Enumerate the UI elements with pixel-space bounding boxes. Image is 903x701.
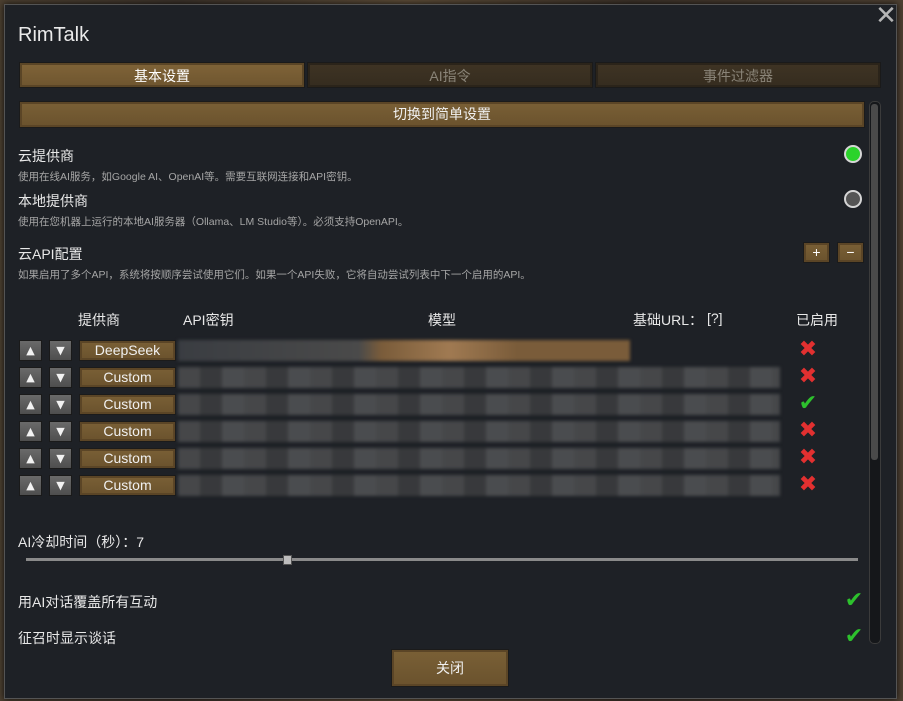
cooldown-slider-track[interactable] — [26, 558, 858, 561]
option-override-label: 用AI对话覆盖所有互动 — [18, 594, 158, 610]
move-down-button[interactable]: ▼ — [49, 475, 72, 496]
cooldown-label-text: AI冷却时间（秒）： — [18, 534, 137, 550]
provider-dropdown[interactable]: Custom — [79, 394, 176, 415]
move-down-button[interactable]: ▼ — [49, 367, 72, 388]
checkmark-icon[interactable]: ✔ — [796, 393, 820, 415]
cross-icon[interactable]: ✖ — [796, 339, 820, 361]
api-key-field-redacted[interactable] — [178, 367, 780, 388]
base-url-help-link[interactable]: [?] — [707, 310, 723, 326]
api-key-field-redacted[interactable] — [178, 394, 780, 415]
close-button[interactable]: 关闭 — [391, 649, 509, 687]
local-provider-radio[interactable] — [844, 190, 862, 208]
cross-icon[interactable]: ✖ — [796, 447, 820, 469]
move-up-button[interactable]: ▲ — [19, 367, 42, 388]
cloud-provider-desc: 使用在线AI服务，如Google AI、OpenAI等。需要互联网连接和API密… — [18, 171, 358, 183]
provider-dropdown[interactable]: Custom — [79, 367, 176, 388]
cross-icon[interactable]: ✖ — [796, 366, 820, 388]
tab-event-filter[interactable]: 事件过滤器 — [595, 62, 881, 88]
move-up-button[interactable]: ▲ — [19, 475, 42, 496]
cloud-provider-title: 云提供商 — [18, 148, 74, 164]
cooldown-value: 7 — [136, 534, 145, 550]
checkmark-icon[interactable]: ✔ — [842, 590, 866, 612]
api-key-field-redacted[interactable] — [178, 475, 780, 496]
api-key-field-redacted[interactable] — [178, 448, 780, 469]
tab-basic-settings[interactable]: 基本设置 — [19, 62, 305, 88]
move-down-button[interactable]: ▼ — [49, 448, 72, 469]
provider-dropdown[interactable]: Custom — [79, 448, 176, 469]
col-header-api-key: API密钥 — [183, 312, 234, 328]
window-title: RimTalk — [18, 24, 90, 46]
move-down-button[interactable]: ▼ — [49, 421, 72, 442]
api-key-field-redacted[interactable] — [178, 421, 780, 442]
scrollbar-thumb[interactable] — [871, 104, 878, 460]
col-header-model: 模型 — [428, 312, 456, 328]
local-provider-title: 本地提供商 — [18, 193, 88, 209]
api-config-desc: 如果启用了多个API，系统将按顺序尝试使用它们。如果一个API失败，它将自动尝试… — [18, 269, 531, 281]
move-down-button[interactable]: ▼ — [49, 394, 72, 415]
cross-icon[interactable]: ✖ — [796, 474, 820, 496]
close-icon[interactable]: ✕ — [874, 3, 898, 29]
cross-icon[interactable]: ✖ — [796, 420, 820, 442]
move-up-button[interactable]: ▲ — [19, 448, 42, 469]
provider-dropdown[interactable]: DeepSeek — [79, 340, 176, 361]
option-drafted-label: 征召时显示谈话 — [18, 630, 116, 646]
col-header-enabled: 已启用 — [796, 312, 838, 328]
tab-ai-instructions[interactable]: AI指令 — [307, 62, 593, 88]
cooldown-label: AI冷却时间（秒）：7 — [18, 532, 144, 552]
local-provider-desc: 使用在您机器上运行的本地AI服务器（Ollama、LM Studio等）。必须支… — [18, 216, 409, 228]
remove-api-button[interactable]: − — [837, 242, 864, 263]
add-api-button[interactable]: + — [803, 242, 830, 263]
provider-dropdown[interactable]: Custom — [79, 421, 176, 442]
move-up-button[interactable]: ▲ — [19, 421, 42, 442]
move-up-button[interactable]: ▲ — [19, 340, 42, 361]
checkmark-icon[interactable]: ✔ — [842, 626, 866, 648]
move-down-button[interactable]: ▼ — [49, 340, 72, 361]
cloud-provider-radio[interactable] — [844, 145, 862, 163]
move-up-button[interactable]: ▲ — [19, 394, 42, 415]
provider-dropdown[interactable]: Custom — [79, 475, 176, 496]
col-header-provider: 提供商 — [78, 312, 120, 328]
switch-simple-settings-button[interactable]: 切换到简单设置 — [19, 101, 865, 128]
col-header-base-url: 基础URL： — [633, 312, 704, 328]
api-config-title: 云API配置 — [18, 246, 83, 262]
api-key-field-redacted[interactable] — [178, 340, 630, 361]
cooldown-slider-handle[interactable] — [283, 555, 292, 565]
